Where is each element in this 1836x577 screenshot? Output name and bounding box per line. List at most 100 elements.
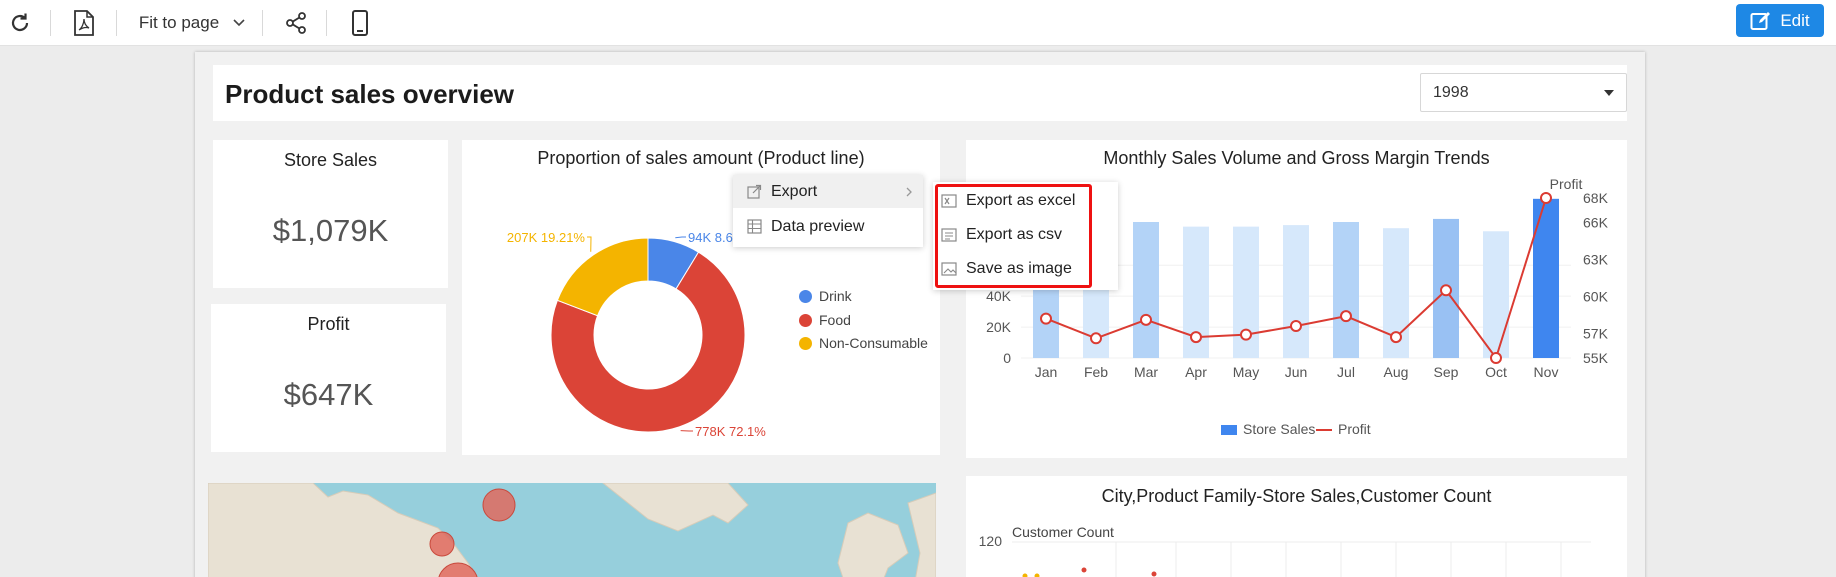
- y-right-tick-label: 57K: [1583, 325, 1609, 341]
- submenu-item-label: Export as csv: [966, 226, 1063, 243]
- edit-label: Edit: [1780, 10, 1810, 30]
- kpi-value: $647K: [283, 377, 374, 412]
- legend-dot: [799, 313, 812, 327]
- legend-dot: [799, 336, 812, 350]
- line-point[interactable]: [1190, 331, 1202, 344]
- y-right-tick-label: 66K: [1583, 215, 1609, 231]
- x-tick-label: Jun: [1285, 364, 1308, 380]
- kpi-title: Profit: [307, 314, 350, 334]
- submenu-item-export-csv[interactable]: Export as csv: [933, 218, 1118, 252]
- slice-data-label: 778K 72.1%: [695, 424, 766, 439]
- export-icon: [747, 184, 762, 199]
- legend-label: Store Sales: [1243, 421, 1315, 437]
- line-point[interactable]: [1140, 313, 1152, 326]
- bar[interactable]: [1533, 198, 1559, 358]
- submenu-item-label: Export as excel: [966, 192, 1076, 209]
- csv-file-icon: [941, 228, 957, 242]
- bar[interactable]: [1333, 222, 1359, 358]
- line-point[interactable]: [1440, 284, 1452, 297]
- kpi-value: $1,079K: [272, 213, 389, 248]
- export-pdf-button[interactable]: [66, 0, 102, 46]
- line-point[interactable]: [1540, 192, 1552, 204]
- map-marker[interactable]: [429, 531, 455, 557]
- line-point[interactable]: [1240, 328, 1252, 341]
- scatter-point[interactable]: [1022, 573, 1028, 577]
- legend-label: Non-Consumable: [819, 335, 928, 351]
- legend-swatch-store-sales: [1221, 425, 1237, 435]
- zoom-select[interactable]: Fit to page: [132, 0, 252, 46]
- edit-button[interactable]: Edit: [1736, 4, 1824, 37]
- x-tick-label: Mar: [1134, 364, 1158, 380]
- menu-item-export[interactable]: Export: [733, 175, 923, 208]
- x-tick-label: Jul: [1337, 364, 1355, 380]
- report-canvas: Product sales overview 1998 Store Sales …: [195, 52, 1645, 577]
- legend-item-food[interactable]: Food: [799, 312, 851, 328]
- line-point[interactable]: [1290, 320, 1302, 332]
- x-tick-label: Sep: [1434, 364, 1459, 380]
- x-tick-label: Apr: [1185, 364, 1207, 380]
- line-point[interactable]: [1040, 312, 1052, 325]
- scatter-chart: 120: [979, 533, 1591, 577]
- y-tick-label: 120: [979, 533, 1003, 549]
- scatter-point[interactable]: [1081, 567, 1087, 573]
- donut-slice[interactable]: [556, 237, 649, 317]
- x-tick-label: Aug: [1384, 364, 1409, 380]
- line-point[interactable]: [1490, 352, 1502, 364]
- year-select-value: 1998: [1433, 83, 1469, 101]
- menu-item-label: Export: [771, 182, 818, 200]
- submenu-item-save-image[interactable]: Save as image: [933, 252, 1118, 286]
- menu-item-label: Data preview: [771, 217, 865, 235]
- slice-data-label: 94K 8.6: [688, 230, 733, 245]
- bar[interactable]: [1133, 222, 1159, 358]
- legend-label: Food: [819, 312, 851, 328]
- y-right-tick-label: 55K: [1583, 350, 1609, 366]
- legend-dot: [799, 289, 812, 303]
- menu-item-data-preview[interactable]: Data preview: [733, 210, 923, 243]
- legend-item-non-consumable[interactable]: Non-Consumable: [799, 335, 928, 351]
- share-icon: [286, 12, 306, 34]
- share-button[interactable]: [278, 0, 314, 46]
- world-map[interactable]: [208, 483, 936, 577]
- header-card: Product sales overview 1998: [213, 65, 1627, 121]
- line-point[interactable]: [1090, 332, 1102, 345]
- excel-file-icon: [941, 194, 957, 208]
- caret-down-icon: [1604, 90, 1614, 96]
- toolbar-divider: [50, 10, 51, 36]
- toolbar: Fit to page Edit: [0, 0, 1836, 46]
- image-file-icon: [941, 262, 957, 276]
- x-tick-label: May: [1233, 364, 1259, 380]
- submenu-item-label: Save as image: [966, 260, 1072, 277]
- map-land-greenland: [602, 483, 749, 532]
- map-marker[interactable]: [482, 488, 516, 522]
- scatter-point[interactable]: [1151, 571, 1157, 577]
- x-tick-label: Nov: [1534, 364, 1559, 380]
- x-tick-label: Oct: [1485, 364, 1507, 380]
- x-tick-label: Jan: [1035, 364, 1058, 380]
- slice-data-label: 207K 19.21%: [507, 230, 586, 245]
- pdf-icon: [74, 10, 94, 36]
- toolbar-divider: [326, 10, 327, 36]
- scatter-point[interactable]: [1034, 573, 1040, 577]
- legend-label: Drink: [819, 288, 852, 304]
- submenu-item-export-excel[interactable]: Export as excel: [933, 184, 1118, 218]
- edit-icon: [1750, 11, 1771, 30]
- legend-item-drink[interactable]: Drink: [799, 288, 852, 304]
- mobile-icon: [352, 10, 368, 36]
- line-point[interactable]: [1340, 310, 1352, 323]
- mobile-view-button[interactable]: [342, 0, 378, 46]
- refresh-icon: [11, 13, 29, 32]
- bar[interactable]: [1283, 225, 1309, 358]
- context-menu: Export Data preview: [733, 175, 923, 247]
- y-right-tick-label: 63K: [1583, 252, 1609, 268]
- refresh-button[interactable]: [2, 0, 38, 46]
- chevron-right-icon: [906, 187, 912, 197]
- map-land-north-america: [208, 483, 478, 577]
- x-tick-label: Feb: [1084, 364, 1108, 380]
- map-card: [208, 483, 936, 577]
- line-point[interactable]: [1390, 331, 1402, 344]
- scatter-chart-card: City,Product Family-Store Sales,Customer…: [966, 476, 1627, 577]
- year-select[interactable]: 1998: [1420, 73, 1627, 112]
- zoom-label: Fit to page: [138, 13, 220, 32]
- bar[interactable]: [1483, 231, 1509, 358]
- label-leader-line: [675, 236, 686, 239]
